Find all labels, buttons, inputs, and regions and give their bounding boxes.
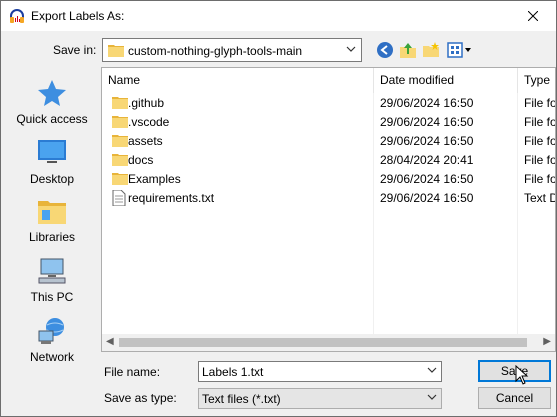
- new-folder-icon[interactable]: [422, 41, 440, 59]
- column-header-type[interactable]: Type: [518, 68, 555, 93]
- file-type: File fo: [524, 172, 556, 186]
- place-label: Network: [29, 350, 74, 364]
- computer-icon: [38, 258, 66, 284]
- headphones-app-icon: [10, 9, 24, 23]
- network-icon: [38, 318, 64, 344]
- save-as-type-dropdown[interactable]: Text files (*.txt): [198, 388, 442, 409]
- folder-icon: [108, 45, 124, 57]
- scrollbar-thumb[interactable]: [119, 338, 527, 347]
- file-name: assets: [128, 134, 163, 148]
- place-quick-access[interactable]: Quick access: [8, 79, 96, 126]
- save-as-type-label: Save as type:: [104, 391, 177, 405]
- place-label: Quick access: [16, 112, 88, 126]
- folder-icon: [112, 135, 128, 147]
- file-name: docs: [128, 153, 154, 167]
- file-type: File fo: [524, 134, 556, 148]
- chevron-down-icon[interactable]: [427, 367, 437, 373]
- file-date: 29/06/2024 16:50: [380, 96, 474, 110]
- file-name: Examples: [128, 172, 181, 186]
- save-as-type-value: Text files (*.txt): [202, 392, 281, 406]
- file-date: 29/06/2024 16:50: [380, 172, 474, 186]
- close-button[interactable]: [510, 1, 556, 31]
- star-icon: [38, 80, 66, 106]
- column-label: Date modified: [380, 73, 455, 87]
- file-type: File fo: [524, 153, 556, 167]
- folder-icon: [112, 97, 128, 109]
- back-icon[interactable]: [376, 41, 394, 59]
- file-row[interactable]: assets 29/06/2024 16:50 File fo: [102, 131, 556, 150]
- mouse-cursor-icon: [515, 365, 529, 385]
- file-type: Text D: [524, 191, 556, 205]
- scroll-right-icon[interactable]: ▶: [543, 336, 551, 347]
- chevron-down-icon: [427, 394, 437, 400]
- file-name-value: Labels 1.txt: [202, 365, 264, 379]
- place-desktop[interactable]: Desktop: [8, 139, 96, 186]
- file-date: 29/06/2024 16:50: [380, 115, 474, 129]
- file-type: File fo: [524, 96, 556, 110]
- place-libraries[interactable]: Libraries: [8, 197, 96, 244]
- save-in-label: Save in:: [53, 43, 97, 57]
- file-date: 29/06/2024 16:50: [380, 191, 474, 205]
- folder-icon: [112, 173, 128, 185]
- place-this-pc[interactable]: This PC: [8, 257, 96, 304]
- file-name-label: File name:: [104, 365, 161, 379]
- up-folder-icon[interactable]: [399, 41, 417, 59]
- text-file-icon: [112, 190, 126, 206]
- window-title: Export Labels As:: [31, 9, 125, 23]
- file-row[interactable]: docs 28/04/2024 20:41 File fo: [102, 150, 556, 169]
- place-label: Libraries: [28, 230, 76, 244]
- file-row[interactable]: Examples 29/06/2024 16:50 File fo: [102, 169, 556, 188]
- chevron-down-icon: [346, 46, 356, 52]
- horizontal-scrollbar[interactable]: ◀ ▶: [102, 334, 555, 351]
- view-menu-icon[interactable]: [447, 41, 473, 59]
- file-list[interactable]: ︿ Name Date modified Type .github 29/06/…: [101, 67, 556, 352]
- folder-icon: [112, 116, 128, 128]
- file-row[interactable]: requirements.txt 29/06/2024 16:50 Text D: [102, 188, 556, 207]
- place-label: Desktop: [29, 172, 75, 186]
- file-row[interactable]: .vscode 29/06/2024 16:50 File fo: [102, 112, 556, 131]
- folder-icon: [112, 154, 128, 166]
- save-in-dropdown[interactable]: custom-nothing-glyph-tools-main: [102, 38, 362, 62]
- export-dialog: Export Labels As: Save in: custom-nothin…: [0, 0, 557, 417]
- file-name: .github: [128, 96, 165, 110]
- libraries-icon: [38, 201, 66, 224]
- file-name-input[interactable]: Labels 1.txt: [198, 361, 442, 382]
- place-network[interactable]: Network: [8, 317, 96, 364]
- close-icon: [528, 11, 538, 21]
- file-name: requirements.txt: [128, 191, 215, 205]
- file-row[interactable]: .github 29/06/2024 16:50 File fo: [102, 93, 556, 112]
- column-label: Type: [524, 73, 551, 87]
- file-date: 29/06/2024 16:50: [380, 134, 474, 148]
- desktop-icon: [38, 140, 66, 163]
- cancel-button[interactable]: Cancel: [478, 387, 551, 409]
- places-bar: Quick access Desktop Libraries This PC N…: [8, 67, 96, 364]
- save-in-value: custom-nothing-glyph-tools-main: [128, 44, 303, 58]
- place-label: This PC: [30, 290, 74, 304]
- column-header-date[interactable]: Date modified: [374, 68, 518, 93]
- file-name: .vscode: [128, 115, 170, 129]
- file-type: File fo: [524, 115, 556, 129]
- column-label: Name: [108, 73, 141, 87]
- column-header-name[interactable]: Name: [102, 68, 374, 93]
- scroll-left-icon[interactable]: ◀: [106, 336, 114, 347]
- file-date: 28/04/2024 20:41: [380, 153, 474, 167]
- title-bar: Export Labels As:: [1, 1, 556, 31]
